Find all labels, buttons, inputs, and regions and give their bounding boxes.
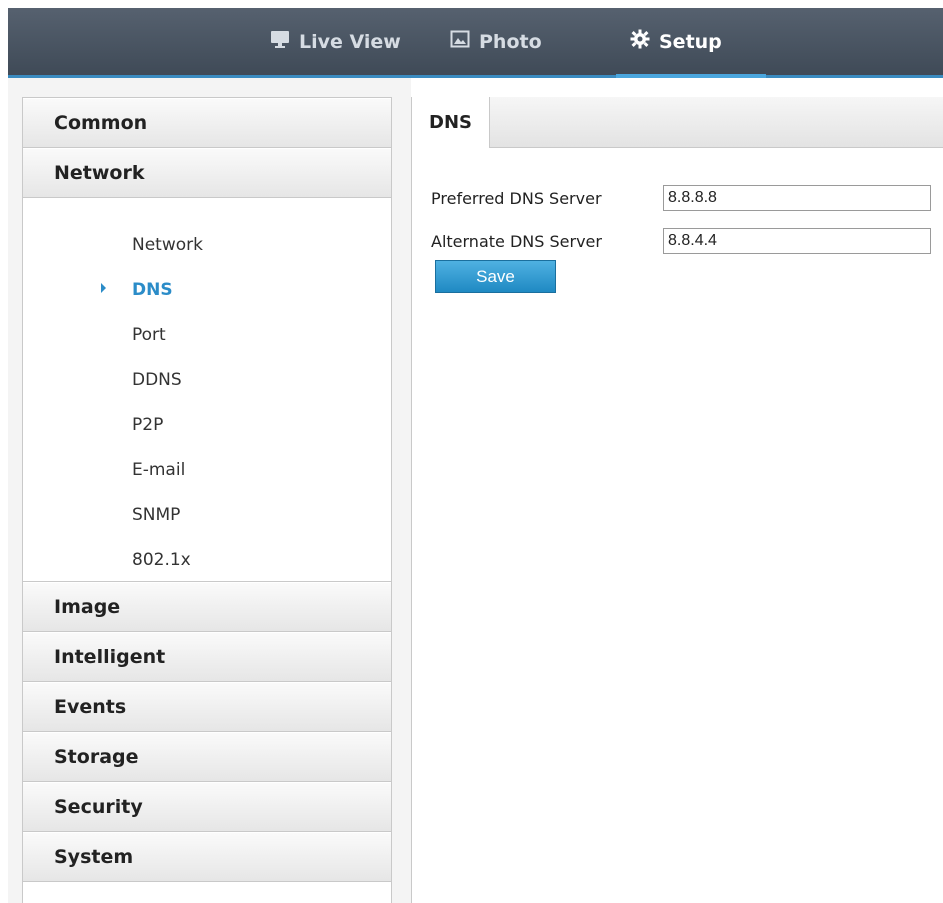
sidebar-item-label: E-mail bbox=[132, 459, 186, 480]
sidebar-item-network[interactable]: Network bbox=[23, 222, 391, 267]
sidebar-item-dns[interactable]: DNS bbox=[23, 267, 391, 312]
gutter-background bbox=[393, 78, 411, 903]
sidebar-item-ddns[interactable]: DDNS bbox=[23, 357, 391, 402]
preferred-dns-input[interactable] bbox=[663, 185, 931, 211]
category-label: Intelligent bbox=[54, 646, 166, 668]
tab-label: DNS bbox=[429, 112, 472, 133]
image-icon bbox=[450, 30, 470, 53]
sidebar-category-common[interactable]: Common bbox=[23, 98, 391, 148]
nav-photo-label: Photo bbox=[479, 30, 542, 53]
sidebar-category-security[interactable]: Security bbox=[23, 782, 391, 832]
alternate-dns-input[interactable] bbox=[663, 228, 931, 254]
category-label: Image bbox=[54, 596, 121, 618]
save-button[interactable]: Save bbox=[435, 260, 556, 293]
top-navigation-bar: Live View Photo Setup bbox=[8, 8, 943, 78]
sidebar-category-intelligent[interactable]: Intelligent bbox=[23, 632, 391, 682]
sidebar-category-network[interactable]: Network bbox=[23, 148, 391, 198]
sidebar-item-label: P2P bbox=[132, 414, 164, 435]
sidebar-item-label: 802.1x bbox=[132, 549, 191, 570]
sidebar-category-events[interactable]: Events bbox=[23, 682, 391, 732]
tab-bar: DNS bbox=[412, 97, 943, 148]
nav-live-view-label: Live View bbox=[299, 30, 401, 53]
sidebar-item-8021x[interactable]: 802.1x bbox=[23, 537, 391, 582]
tab-dns[interactable]: DNS bbox=[412, 97, 490, 148]
sidebar: Common Network Network DNS Port DDNS P2P… bbox=[22, 97, 392, 903]
sidebar-item-email[interactable]: E-mail bbox=[23, 447, 391, 492]
sidebar-item-label: Port bbox=[132, 324, 166, 345]
sidebar-category-image[interactable]: Image bbox=[23, 582, 391, 632]
category-label: Events bbox=[54, 696, 127, 718]
sidebar-item-label: DNS bbox=[132, 279, 173, 300]
monitor-icon bbox=[270, 30, 290, 53]
network-submenu: Network DNS Port DDNS P2P E-mail SNMP 80… bbox=[23, 198, 391, 582]
category-label: Storage bbox=[54, 746, 139, 768]
nav-setup[interactable]: Setup bbox=[616, 8, 766, 78]
sidebar-item-label: Network bbox=[132, 234, 203, 255]
category-label: System bbox=[54, 846, 134, 868]
preferred-dns-label: Preferred DNS Server bbox=[431, 189, 602, 208]
nav-photo[interactable]: Photo bbox=[450, 8, 542, 75]
gear-icon bbox=[630, 29, 650, 54]
category-label: Network bbox=[54, 162, 145, 184]
alternate-dns-label: Alternate DNS Server bbox=[431, 232, 602, 251]
sidebar-item-snmp[interactable]: SNMP bbox=[23, 492, 391, 537]
sidebar-category-system[interactable]: System bbox=[23, 832, 391, 882]
sidebar-item-p2p[interactable]: P2P bbox=[23, 402, 391, 447]
sidebar-item-label: DDNS bbox=[132, 369, 182, 390]
sidebar-item-port[interactable]: Port bbox=[23, 312, 391, 357]
nav-live-view[interactable]: Live View bbox=[270, 8, 401, 75]
category-label: Common bbox=[54, 112, 148, 134]
main-content: DNS Preferred DNS Server Alternate DNS S… bbox=[411, 97, 943, 903]
sidebar-category-storage[interactable]: Storage bbox=[23, 732, 391, 782]
category-label: Security bbox=[54, 796, 143, 818]
sidebar-item-label: SNMP bbox=[132, 504, 181, 525]
nav-setup-label: Setup bbox=[659, 30, 722, 53]
caret-right-icon bbox=[101, 283, 106, 293]
